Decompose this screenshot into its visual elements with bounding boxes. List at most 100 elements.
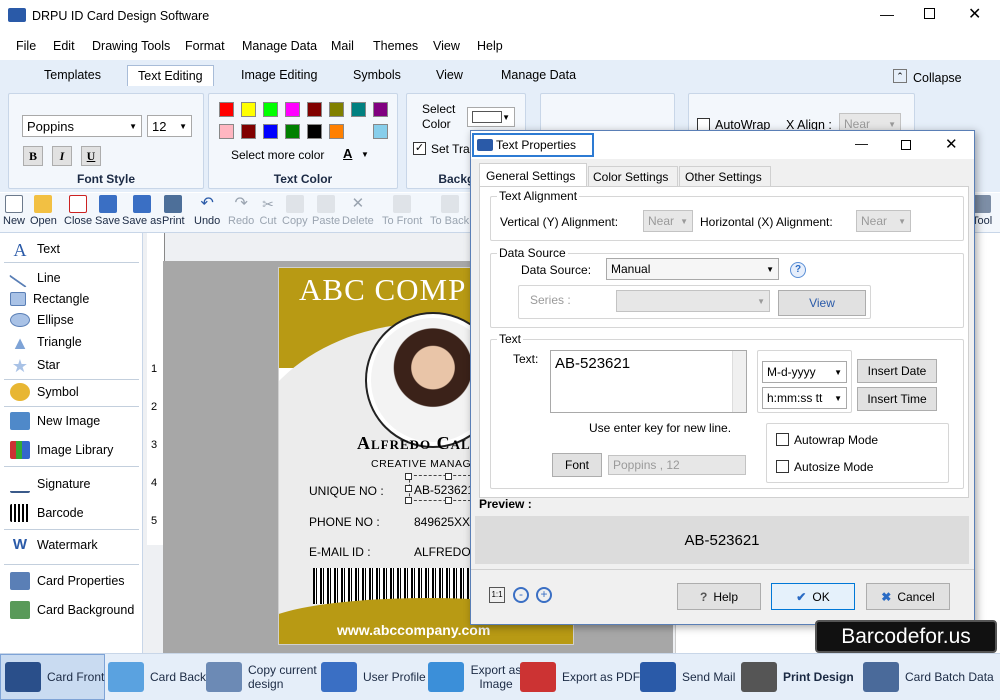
close-window-button[interactable]: ✕ xyxy=(968,4,981,24)
export-image-button[interactable]: Export as Image xyxy=(428,662,522,692)
menu-manage-data[interactable]: Manage Data xyxy=(242,39,317,53)
bold-button[interactable]: B xyxy=(23,146,43,166)
color-swatch[interactable] xyxy=(307,102,322,117)
tool-text[interactable]: A Text xyxy=(10,239,60,260)
tool-card-properties[interactable]: Card Properties xyxy=(10,571,125,591)
new-button[interactable]: New xyxy=(3,195,25,227)
dialog-close-button[interactable]: ✕ xyxy=(945,135,958,153)
color-swatch[interactable] xyxy=(285,102,300,117)
select-more-color-link[interactable]: Select more color xyxy=(231,148,324,162)
menu-drawing-tools[interactable]: Drawing Tools xyxy=(92,39,170,53)
to-back-button[interactable]: To Back xyxy=(430,195,469,227)
color-swatch[interactable] xyxy=(373,124,388,139)
ok-button[interactable]: ✔ OK xyxy=(771,583,855,610)
selection-handle[interactable] xyxy=(405,497,412,504)
menu-format[interactable]: Format xyxy=(185,39,225,53)
tab-text-editing[interactable]: Text Editing xyxy=(127,65,214,86)
autosize-mode-checkbox[interactable] xyxy=(776,460,789,473)
selection-handle[interactable] xyxy=(405,473,412,480)
tool-barcode[interactable]: Barcode xyxy=(10,503,84,523)
tool-card-background[interactable]: Card Background xyxy=(10,600,134,620)
text-color-picker[interactable]: A xyxy=(343,146,352,161)
delete-button[interactable]: ✕ Delete xyxy=(342,195,374,227)
help-info-icon[interactable]: ? xyxy=(790,262,806,278)
print-design-button[interactable]: Print Design xyxy=(741,662,854,692)
menu-themes[interactable]: Themes xyxy=(373,39,418,53)
minimize-button[interactable]: — xyxy=(880,6,894,22)
undo-button[interactable]: ↶ Undo xyxy=(194,195,220,227)
print-button[interactable]: Print xyxy=(162,195,185,227)
horizontal-alignment-dropdown[interactable]: Near ▼ xyxy=(856,210,911,232)
collapse-button[interactable]: Collapse xyxy=(913,71,962,85)
selection-handle[interactable] xyxy=(445,473,452,480)
background-color-picker[interactable]: ▼ xyxy=(467,107,515,127)
color-swatch[interactable] xyxy=(307,124,322,139)
save-button[interactable]: Save xyxy=(95,195,120,227)
tool-new-image[interactable]: New Image xyxy=(10,411,100,431)
color-swatch[interactable] xyxy=(329,102,344,117)
color-swatch[interactable] xyxy=(263,102,278,117)
tab-other-settings[interactable]: Other Settings xyxy=(679,166,771,186)
card-front-button[interactable]: Card Front xyxy=(5,662,104,692)
data-source-dropdown[interactable]: Manual ▼ xyxy=(606,258,779,280)
tool-signature[interactable]: Signature xyxy=(10,474,91,494)
selection-handle[interactable] xyxy=(405,485,412,492)
menu-view[interactable]: View xyxy=(433,39,460,53)
color-swatch[interactable] xyxy=(351,102,366,117)
color-swatch[interactable] xyxy=(241,124,256,139)
actual-size-icon[interactable]: 1:1 xyxy=(489,587,505,603)
color-swatch[interactable] xyxy=(263,124,278,139)
card-batch-data-button[interactable]: Card Batch Data xyxy=(863,662,994,692)
help-button[interactable]: ? Help xyxy=(677,583,761,610)
color-swatch[interactable] xyxy=(219,102,234,117)
dialog-minimize-button[interactable]: — xyxy=(855,136,868,151)
tool-rectangle[interactable]: Rectangle xyxy=(10,289,89,309)
open-button[interactable]: Open xyxy=(30,195,57,227)
menu-mail[interactable]: Mail xyxy=(331,39,354,53)
tab-color-settings[interactable]: Color Settings xyxy=(588,166,678,186)
menu-help[interactable]: Help xyxy=(477,39,503,53)
user-profile-button[interactable]: User Profile xyxy=(321,662,426,692)
text-scrollbar[interactable] xyxy=(732,351,746,412)
color-swatch[interactable] xyxy=(329,124,344,139)
insert-date-button[interactable]: Insert Date xyxy=(857,359,937,383)
card-back-button[interactable]: Card Back xyxy=(108,662,206,692)
color-swatch[interactable] xyxy=(219,124,234,139)
dialog-maximize-button[interactable] xyxy=(901,140,911,150)
send-mail-button[interactable]: Send Mail xyxy=(640,662,735,692)
autowrap-mode-checkbox[interactable] xyxy=(776,433,789,446)
tool-image-library[interactable]: Image Library xyxy=(10,440,113,460)
tool-star[interactable]: ★ Star xyxy=(10,355,60,376)
tool-ellipse[interactable]: Ellipse xyxy=(10,310,74,330)
color-swatch[interactable] xyxy=(241,102,256,117)
tool-line[interactable]: Line xyxy=(8,268,61,288)
tab-templates[interactable]: Templates xyxy=(44,68,101,82)
export-pdf-button[interactable]: Export as PDF xyxy=(520,662,640,692)
tab-image-editing[interactable]: Image Editing xyxy=(241,68,317,82)
cancel-button[interactable]: ✖ Cancel xyxy=(866,583,950,610)
color-swatch[interactable] xyxy=(373,102,388,117)
text-content-input[interactable]: AB-523621 xyxy=(550,350,747,413)
font-size-combo[interactable]: 12 ▼ xyxy=(147,115,192,137)
tool-watermark[interactable]: W Watermark xyxy=(10,535,98,555)
cut-button[interactable]: ✂ Cut xyxy=(259,195,277,227)
font-button[interactable]: Font xyxy=(552,453,602,477)
chevron-down-icon[interactable]: ▼ xyxy=(361,150,369,159)
maximize-button[interactable] xyxy=(924,8,935,19)
copy-design-button[interactable]: Copy current design xyxy=(206,662,320,692)
insert-time-button[interactable]: Insert Time xyxy=(857,387,937,411)
to-front-button[interactable]: To Front xyxy=(382,195,422,227)
time-format-dropdown[interactable]: h:mm:ss tt ▼ xyxy=(762,387,847,409)
save-as-button[interactable]: Save as xyxy=(122,195,162,227)
zoom-out-icon[interactable]: - xyxy=(513,587,529,603)
redo-button[interactable]: ↷ Redo xyxy=(228,195,254,227)
date-format-dropdown[interactable]: M-d-yyyy ▼ xyxy=(762,361,847,383)
zoom-in-icon[interactable]: + xyxy=(536,587,552,603)
tab-general-settings[interactable]: General Settings xyxy=(479,163,587,187)
tool-symbol[interactable]: Symbol xyxy=(10,382,79,402)
paste-button[interactable]: Paste xyxy=(312,195,340,227)
series-dropdown[interactable]: ▼ xyxy=(616,290,770,312)
font-name-combo[interactable]: Poppins ▼ xyxy=(22,115,142,137)
selection-handle[interactable] xyxy=(445,497,452,504)
color-swatch[interactable] xyxy=(285,124,300,139)
